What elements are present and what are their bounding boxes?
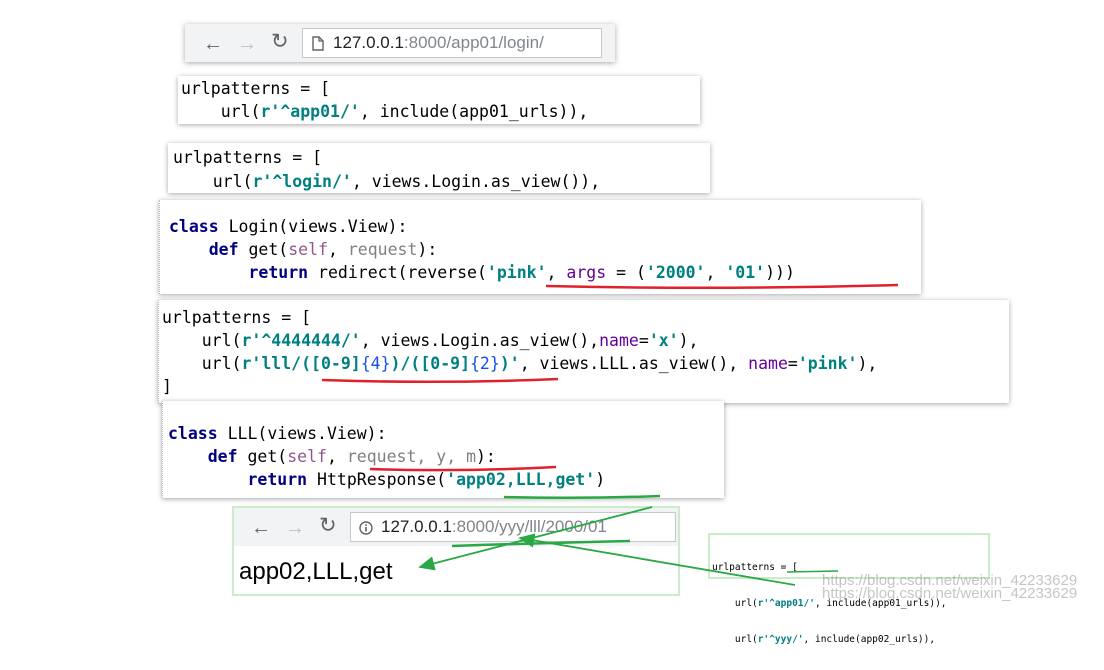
code-panel-app01-urls: urlpatterns = [ url(r'^login/', views.Lo… (168, 143, 710, 193)
code-line: url(r'lll/([0-9]{4})/([0-9]{2})', views.… (162, 354, 878, 373)
code-line: urlpatterns = [ (162, 308, 312, 327)
code-panel-root-urls: urlpatterns = [ url(r'^app01/', include(… (178, 76, 700, 124)
code-line: url(r'^app01/', include(app01_urls)), (181, 102, 589, 121)
code-line: class LLL(views.View): (168, 424, 387, 443)
url-host: 127.0.0.1 (333, 33, 404, 52)
code-line: urlpatterns = [ (181, 79, 331, 98)
browser-window-bottom: ← → ↻ 127.0.0.1:8000/yyy/lll/2000/01 app… (232, 506, 680, 596)
code-line: url(r'^yyy/', include(app02_urls)), (712, 634, 936, 645)
arrow-left-icon[interactable]: ← (251, 518, 271, 538)
browser-toolbar-bottom: ← → ↻ 127.0.0.1:8000/yyy/lll/2000/01 (234, 508, 678, 546)
code-line: ] (162, 377, 172, 396)
page-icon (312, 36, 324, 51)
code-line: class Login(views.View): (169, 217, 408, 236)
code-line: return HttpResponse('app02,LLL,get') (247, 470, 606, 489)
address-bar[interactable]: 127.0.0.1:8000/app01/login/ (302, 28, 602, 58)
arrow-right-icon[interactable]: → (285, 518, 305, 538)
code-panel-login-view: class Login(views.View): def get(self, r… (159, 200, 921, 294)
page-body-text: app02,LLL,get (239, 558, 393, 585)
info-icon (359, 521, 373, 535)
reload-icon[interactable]: ↻ (271, 31, 289, 52)
address-bar[interactable]: 127.0.0.1:8000/yyy/lll/2000/01 (350, 512, 676, 542)
code-line: return redirect(reverse('pink', args = (… (248, 263, 795, 282)
arrow-left-icon[interactable]: ← (203, 34, 223, 54)
url-path: :8000/app01/login/ (403, 33, 544, 52)
watermark-text: https://blog.csdn.net/weixin_42233629 (822, 585, 1078, 602)
url-text: 127.0.0.1:8000/yyy/lll/2000/01 (381, 517, 607, 537)
editor-gutter (162, 401, 167, 498)
editor-gutter (159, 200, 164, 294)
code-panel-lll-view: class LLL(views.View): def get(self, req… (162, 401, 724, 498)
code-line: url(r'^login/', views.Login.as_view()), (173, 172, 601, 191)
url-path: :8000/yyy/lll/2000/01 (451, 517, 607, 536)
code-line: def get(self, request): (208, 240, 438, 259)
url-text: 127.0.0.1:8000/app01/login/ (333, 33, 544, 53)
code-line: urlpatterns = [ (173, 148, 323, 167)
code-line: def get(self, request, y, m): (207, 447, 496, 466)
code-line: url(r'^4444444/', views.Login.as_view(),… (162, 331, 699, 350)
browser-toolbar-top: ← → ↻ 127.0.0.1:8000/app01/login/ (185, 24, 615, 62)
arrow-right-icon[interactable]: → (237, 34, 257, 54)
code-panel-named-urls: urlpatterns = [ url(r'^4444444/', views.… (158, 300, 1009, 403)
reload-icon[interactable]: ↻ (319, 515, 337, 536)
url-host: 127.0.0.1 (381, 517, 452, 536)
